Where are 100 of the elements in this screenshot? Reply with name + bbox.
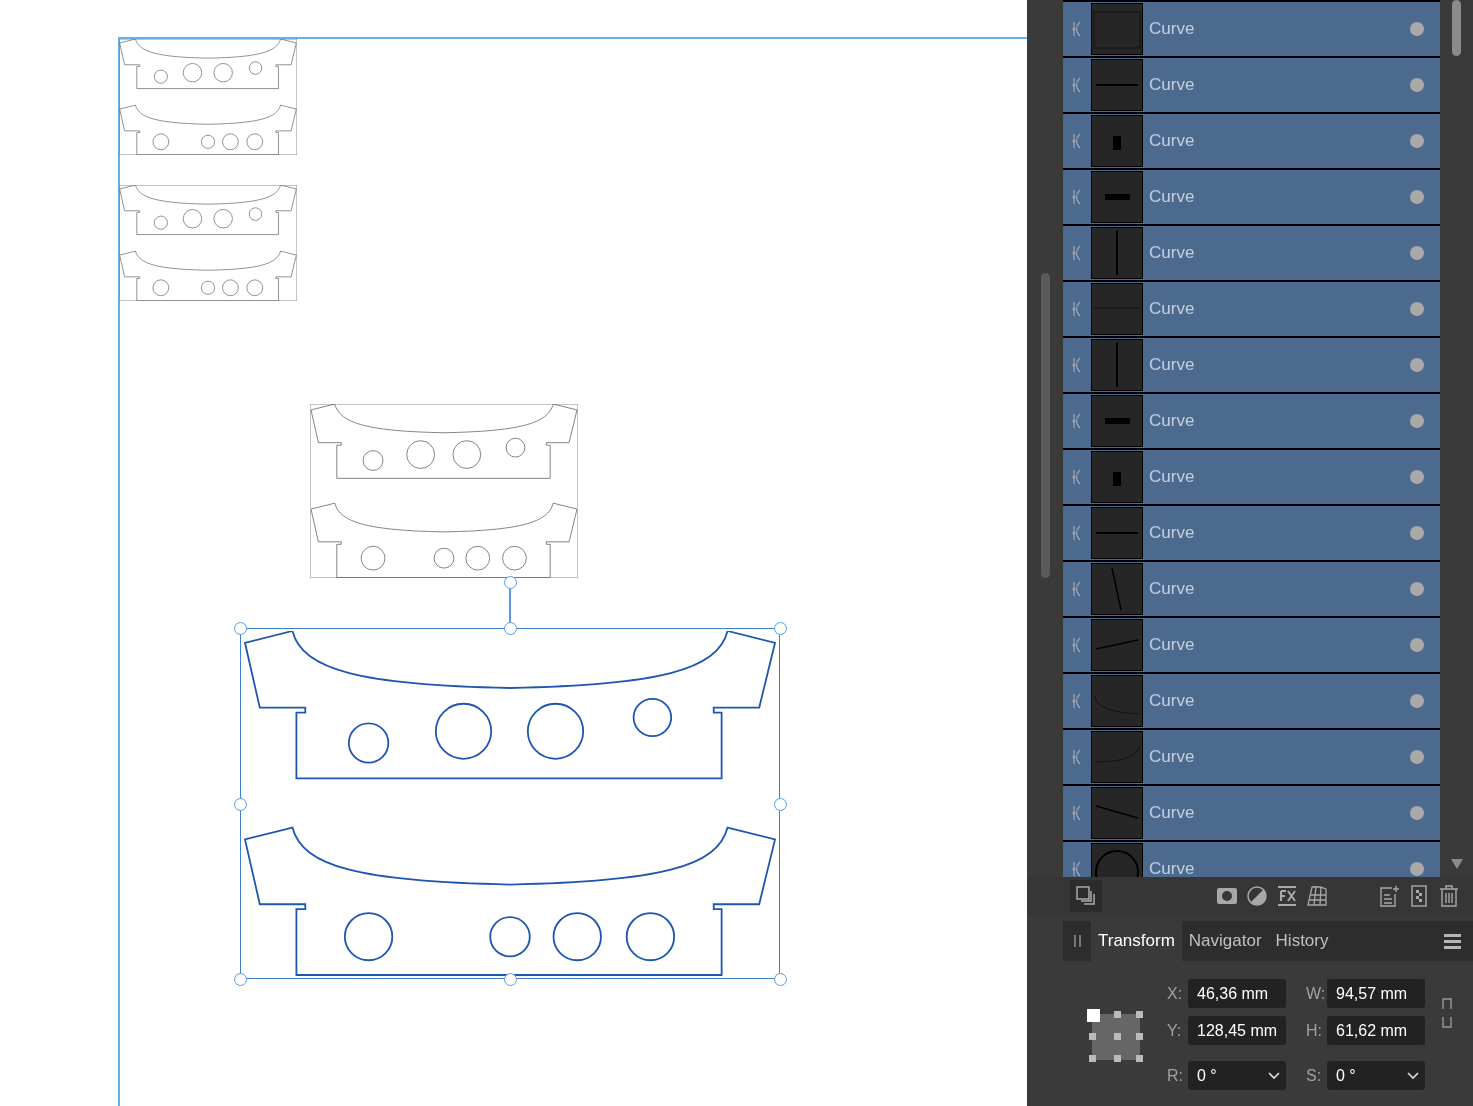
layer-thumbnail (1092, 284, 1142, 334)
layer-name: Curve (1149, 746, 1195, 769)
selection-handle[interactable] (773, 972, 787, 986)
layer-name: Curve (1149, 802, 1195, 825)
scrollbar-thumb[interactable] (1452, 0, 1461, 56)
selection-handle[interactable] (503, 972, 517, 986)
effects-button[interactable] (1275, 884, 1299, 908)
panel-tab[interactable]: History (1268, 921, 1336, 961)
scrollbar-thumb[interactable] (1040, 273, 1050, 578)
chevron-down-icon (1407, 1071, 1419, 1080)
input-field[interactable]: 61,62 mm (1327, 1016, 1425, 1045)
vector-node-icon (1070, 300, 1082, 318)
selection-handle[interactable] (233, 972, 247, 986)
mask-icon (1216, 887, 1238, 905)
fx-icon (1276, 885, 1298, 907)
vector-node-icon (1070, 860, 1082, 877)
layer-row[interactable]: Curve (1063, 338, 1440, 392)
input-field[interactable]: 94,57 mm (1327, 979, 1425, 1008)
mesh-button[interactable] (1305, 884, 1329, 908)
layer-row[interactable]: Curve (1063, 114, 1440, 168)
checkered-page-icon (1408, 885, 1430, 907)
layer-row[interactable]: Curve (1063, 730, 1440, 784)
layer-name: Curve (1149, 298, 1195, 321)
panel-tab[interactable]: Navigator (1181, 921, 1269, 961)
layer-thumbnail (1092, 228, 1142, 278)
add-layer-button[interactable] (1377, 884, 1401, 908)
layer-row[interactable]: Curve (1063, 842, 1440, 877)
layer-thumbnail (1092, 508, 1142, 558)
layer-thumbnail (1092, 564, 1142, 614)
layer-thumbnail (1092, 452, 1142, 502)
layer-thumbnail (1092, 4, 1142, 54)
layer-row[interactable]: Curve (1063, 226, 1440, 280)
layer-name: Curve (1149, 186, 1195, 209)
layer-row[interactable]: Curve (1063, 58, 1440, 112)
layer-name: Curve (1149, 242, 1195, 265)
layer-name: Curve (1149, 130, 1195, 153)
field-label: Y: (1167, 1020, 1181, 1041)
layer-row[interactable]: Curve (1063, 674, 1440, 728)
layer-thumbnail (1092, 732, 1142, 782)
vector-node-icon (1070, 468, 1082, 486)
selection-handle[interactable] (233, 621, 247, 635)
half-circle-icon (1246, 885, 1268, 907)
anchor-grid-icon[interactable] (1087, 1009, 1145, 1064)
layer-row[interactable]: Curve (1063, 450, 1440, 504)
vector-node-icon (1070, 580, 1082, 598)
layer-name: Curve (1149, 74, 1195, 97)
adjustment-button[interactable] (1245, 884, 1269, 908)
layer-row[interactable]: Curve (1063, 2, 1440, 56)
vector-node-icon (1070, 20, 1082, 38)
layer-row[interactable]: Curve (1063, 506, 1440, 560)
vector-node-icon (1070, 636, 1082, 654)
dropdown-field[interactable]: 0 ° (1327, 1061, 1425, 1090)
menu-icon[interactable] (1444, 933, 1461, 949)
vector-node-icon (1070, 692, 1082, 710)
selection-handle[interactable] (773, 621, 787, 635)
grid-warp-icon (1306, 885, 1328, 907)
layer-name: Curve (1149, 690, 1195, 713)
layer-thumbnail (1092, 676, 1142, 726)
input-field[interactable]: 46,36 mm (1188, 979, 1286, 1008)
vector-node-icon (1070, 412, 1082, 430)
selection-handle[interactable] (233, 797, 247, 811)
vector-node-icon (1070, 804, 1082, 822)
layer-thumbnail (1092, 340, 1142, 390)
layer-row[interactable]: Curve (1063, 282, 1440, 336)
layer-name: Curve (1149, 634, 1195, 657)
vector-node-icon (1070, 356, 1082, 374)
selection-handle[interactable] (503, 621, 517, 635)
layer-name: Curve (1149, 578, 1195, 601)
link-icon[interactable] (1441, 997, 1453, 1029)
vector-node-icon (1070, 244, 1082, 262)
layer-name: Curve (1149, 466, 1195, 489)
layer-row[interactable]: Curve (1063, 394, 1440, 448)
layer-row[interactable]: Curve (1063, 786, 1440, 840)
layer-row[interactable]: Curve (1063, 562, 1440, 616)
layers-stack-icon (1075, 885, 1097, 907)
layer-thumbnail (1092, 116, 1142, 166)
trash-icon (1438, 885, 1460, 907)
layer-thumbnail (1092, 396, 1142, 446)
layer-thumbnail (1092, 172, 1142, 222)
dropdown-field[interactable]: 0 ° (1188, 1061, 1286, 1090)
vector-node-icon (1070, 76, 1082, 94)
selection-handle[interactable] (503, 575, 517, 589)
layers-stack-button[interactable] (1070, 880, 1102, 912)
layer-thumbnail (1092, 788, 1142, 838)
layer-row[interactable]: Curve (1063, 170, 1440, 224)
field-label: R: (1167, 1065, 1181, 1086)
field-label: H: (1306, 1020, 1320, 1041)
layer-name: Curve (1149, 410, 1195, 433)
input-field[interactable]: 128,45 mm (1188, 1016, 1286, 1045)
field-label: X: (1167, 983, 1181, 1004)
layer-name: Curve (1149, 522, 1195, 545)
field-label: S: (1306, 1065, 1320, 1086)
layer-thumbnail (1092, 60, 1142, 110)
layer-name: Curve (1149, 858, 1195, 877)
selection-handle[interactable] (773, 797, 787, 811)
layer-row[interactable]: Curve (1063, 618, 1440, 672)
vector-node-icon (1070, 524, 1082, 542)
vector-node-icon (1070, 132, 1082, 150)
delete-button[interactable] (1437, 884, 1461, 908)
panel-tab[interactable]: Transform (1091, 921, 1182, 961)
